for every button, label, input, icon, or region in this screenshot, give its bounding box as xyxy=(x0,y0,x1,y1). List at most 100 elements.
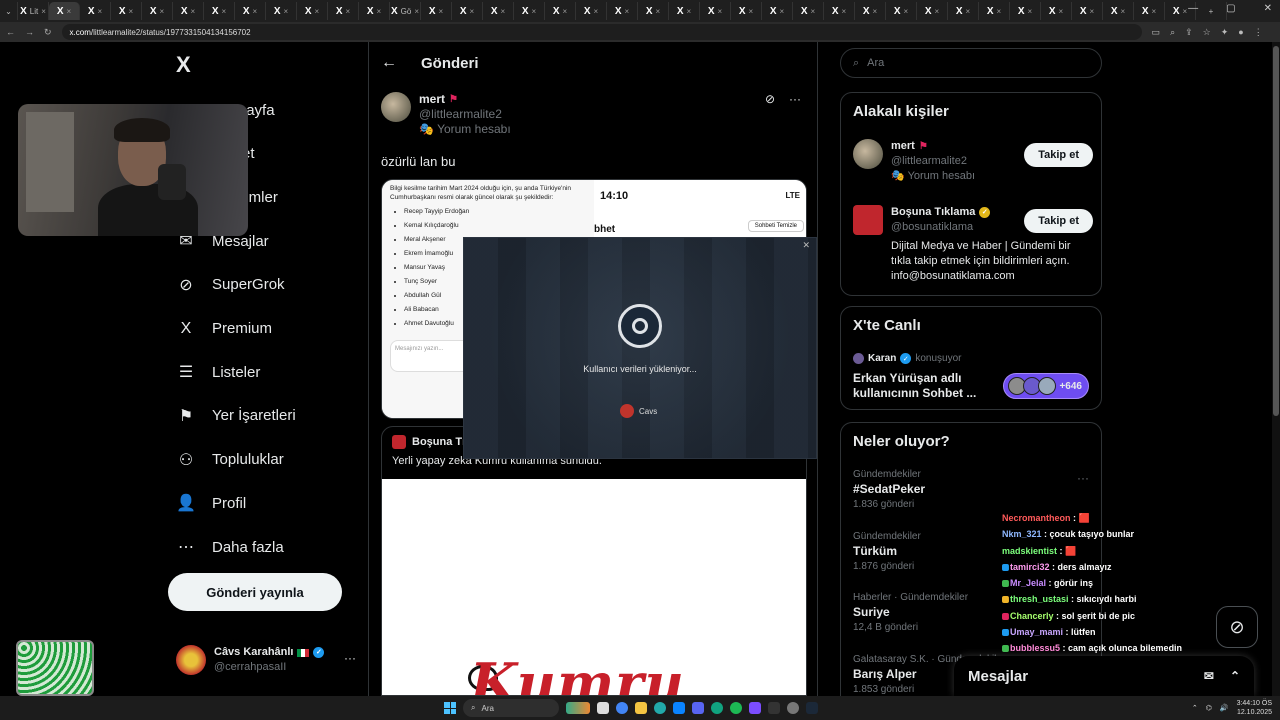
browser-tab[interactable]: X × xyxy=(762,2,793,20)
live-listeners-pill[interactable]: +646 xyxy=(1003,373,1089,399)
tab-close-icon[interactable]: × xyxy=(625,7,630,16)
zoom-icon[interactable]: ⌕ xyxy=(1170,27,1175,38)
tab-close-icon[interactable]: × xyxy=(811,7,816,16)
tab-close-icon[interactable]: × xyxy=(284,7,289,16)
tab-close-icon[interactable]: × xyxy=(315,7,320,16)
url-field[interactable]: x.com/littlearmalite2/status/19773315041… xyxy=(61,24,1142,40)
tab-close-icon[interactable]: × xyxy=(904,7,909,16)
forward-nav-icon[interactable]: → xyxy=(25,27,34,37)
tab-close-icon[interactable]: × xyxy=(377,7,382,16)
clock[interactable]: 3:44:10 ÖS 12.10.2025 xyxy=(1237,699,1272,717)
star-icon[interactable]: ☆ xyxy=(1203,27,1211,38)
tab-close-icon[interactable]: × xyxy=(749,7,754,16)
tab-close-icon[interactable]: × xyxy=(997,7,1002,16)
browser-tab[interactable]: X Lit × xyxy=(18,2,49,20)
discord-icon[interactable] xyxy=(692,702,704,714)
tab-close-icon[interactable]: × xyxy=(873,7,878,16)
tab-close-icon[interactable]: × xyxy=(98,7,103,16)
tab-close-icon[interactable]: × xyxy=(41,7,46,16)
tab-close-icon[interactable]: × xyxy=(253,7,258,16)
browser-tab[interactable]: X × xyxy=(111,2,142,20)
tab-search-icon[interactable]: ⌄ xyxy=(0,2,18,20)
tab-close-icon[interactable]: × xyxy=(346,7,351,16)
tab-close-icon[interactable]: × xyxy=(594,7,599,16)
browser-tab[interactable]: X × xyxy=(948,2,979,20)
browser-tab[interactable]: X × xyxy=(328,2,359,20)
tab-close-icon[interactable]: × xyxy=(966,7,971,16)
scrollbar[interactable] xyxy=(1272,42,1280,696)
widgets-icon[interactable] xyxy=(566,702,590,714)
obs-icon[interactable] xyxy=(787,702,799,714)
browser-tab[interactable]: X × xyxy=(545,2,576,20)
browser-tab[interactable]: X × xyxy=(917,2,948,20)
new-message-icon[interactable]: ✉ xyxy=(1204,669,1214,683)
windows-start-icon[interactable] xyxy=(444,702,456,714)
more-icon[interactable]: ··· xyxy=(789,92,801,106)
browser-tab[interactable]: X × xyxy=(266,2,297,20)
browser-tab[interactable]: X × xyxy=(452,2,483,20)
quoted-tweet[interactable]: Boşuna Tı Yerli yapay zeka Kumru kullanı… xyxy=(381,426,807,696)
tab-close-icon[interactable]: × xyxy=(67,7,72,16)
back-nav-icon[interactable]: ← xyxy=(6,27,15,37)
network-icon[interactable]: ⌬ xyxy=(1206,704,1212,712)
live-card[interactable]: X'te Canlı Karan ✓ konuşuyor Erkan Yürüş… xyxy=(840,306,1102,410)
tab-close-icon[interactable]: × xyxy=(935,7,940,16)
trend-item[interactable]: Gündemdekiler Türküm 1.876 gönderi xyxy=(853,529,921,574)
avatar[interactable] xyxy=(381,92,411,122)
search-input[interactable]: ⌕ Ara xyxy=(840,48,1102,78)
file-explorer-icon[interactable] xyxy=(635,702,647,714)
tab-close-icon[interactable]: × xyxy=(191,7,196,16)
tab-close-icon[interactable]: × xyxy=(222,7,227,16)
browser-tab[interactable]: X × xyxy=(1041,2,1072,20)
browser-tab[interactable]: X × xyxy=(855,2,886,20)
browser-tab[interactable]: X × xyxy=(204,2,235,20)
grok-icon[interactable]: ⊘ xyxy=(765,92,775,106)
person-item[interactable]: Boşuna Tıklama ✓ @bosunatiklama Dijital M… xyxy=(853,205,1093,284)
browser-tab[interactable]: X × xyxy=(297,2,328,20)
more-icon[interactable]: ··· xyxy=(1077,471,1089,485)
tab-close-icon[interactable]: × xyxy=(1152,7,1157,16)
browser-tab[interactable]: X × xyxy=(1103,2,1134,20)
back-arrow-icon[interactable]: ← xyxy=(381,54,397,72)
tab-close-icon[interactable]: × xyxy=(718,7,723,16)
trend-item[interactable]: Haberler · Gündemdekiler Suriye 12,4 B gön… xyxy=(853,590,968,635)
browser-tab[interactable]: X Gö × xyxy=(390,2,421,20)
tab-close-icon[interactable]: × xyxy=(780,7,785,16)
browser-tab[interactable]: X × xyxy=(49,2,80,20)
follow-button[interactable]: Takip et xyxy=(1024,143,1093,167)
profile-avatar-icon[interactable]: ● xyxy=(1238,27,1243,38)
app-icon[interactable] xyxy=(749,702,761,714)
account-switcher[interactable]: Câvs Karahânlı ✓ @cerrahpasaII ··· xyxy=(176,645,356,675)
browser-tab[interactable]: X × xyxy=(638,2,669,20)
grok-fab-button[interactable]: ⊘ xyxy=(1216,606,1258,648)
tab-close-icon[interactable]: × xyxy=(1183,7,1188,16)
browser-tab[interactable]: X × xyxy=(173,2,204,20)
close-window-button[interactable]: ✕ xyxy=(1264,3,1272,14)
share-icon[interactable]: ⇪ xyxy=(1185,27,1193,38)
tab-close-icon[interactable]: × xyxy=(656,7,661,16)
browser-tab[interactable]: X × xyxy=(235,2,266,20)
browser-tab[interactable]: X × xyxy=(80,2,111,20)
browser-tab[interactable]: X × xyxy=(669,2,700,20)
browser-tab[interactable]: X × xyxy=(731,2,762,20)
browser-tab[interactable]: X × xyxy=(793,2,824,20)
x-logo-icon[interactable]: X xyxy=(176,52,191,78)
messages-drawer[interactable]: Mesajlar ✉ ⌃ xyxy=(954,656,1254,696)
nav-item-listeler[interactable]: ☰ Listeler xyxy=(176,360,261,384)
tab-close-icon[interactable]: × xyxy=(532,7,537,16)
app-icon[interactable] xyxy=(768,702,780,714)
chrome-icon[interactable] xyxy=(616,702,628,714)
tab-close-icon[interactable]: × xyxy=(501,7,506,16)
tab-close-icon[interactable]: × xyxy=(687,7,692,16)
more-icon[interactable]: ··· xyxy=(344,651,356,665)
taskbar-search[interactable]: ⌕ Ara xyxy=(463,699,559,717)
chevron-up-icon[interactable]: ⌃ xyxy=(1230,669,1240,683)
tab-close-icon[interactable]: × xyxy=(470,7,475,16)
close-icon[interactable]: ✕ xyxy=(802,240,810,251)
browser-tab[interactable]: X × xyxy=(1010,2,1041,20)
extensions-icon[interactable]: ✦ xyxy=(1221,27,1229,38)
maximize-button[interactable]: ▢ xyxy=(1226,3,1235,14)
reload-icon[interactable]: ↻ xyxy=(44,27,52,38)
tab-close-icon[interactable]: × xyxy=(439,7,444,16)
task-view-icon[interactable] xyxy=(597,702,609,714)
